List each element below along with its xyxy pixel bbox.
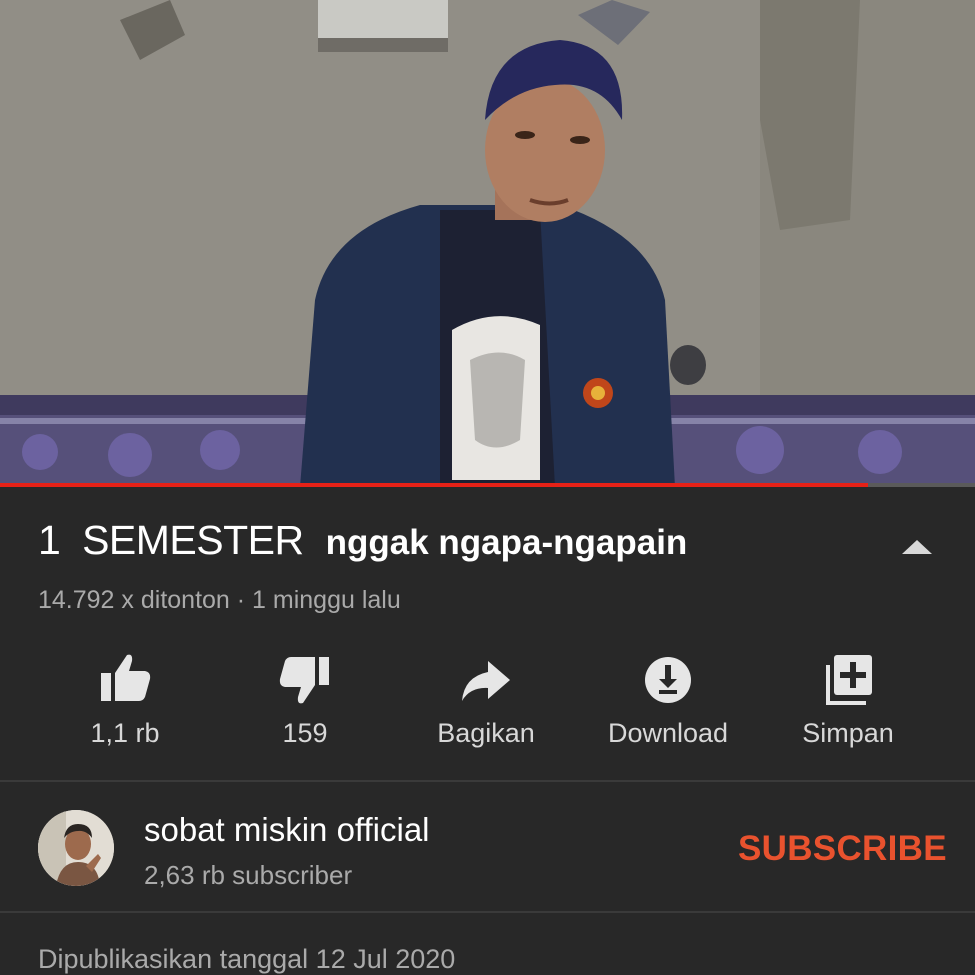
video-title-main: 1 SEMESTER bbox=[38, 517, 304, 563]
dislike-button[interactable]: 159 bbox=[215, 645, 395, 755]
video-progress-fill bbox=[0, 483, 868, 487]
subscribe-button[interactable]: SUBSCRIBE bbox=[738, 829, 947, 869]
collapse-description-button[interactable] bbox=[900, 538, 934, 556]
video-meta: 14.792 x ditonton · 1 minggu lalu bbox=[38, 586, 401, 614]
dislike-count: 159 bbox=[282, 718, 328, 748]
action-bar: 1,1 rb 159 Bagikan Download Simpan bbox=[0, 645, 975, 765]
video-progress-track[interactable] bbox=[0, 483, 975, 487]
share-label: Bagikan bbox=[437, 718, 535, 748]
subscriber-count: 2,63 rb subscriber bbox=[144, 860, 353, 890]
save-button[interactable]: Simpan bbox=[758, 645, 938, 755]
divider bbox=[0, 911, 975, 913]
video-frame bbox=[0, 0, 975, 487]
download-label: Download bbox=[607, 718, 729, 748]
thumbs-up-icon bbox=[101, 654, 151, 701]
channel-name[interactable]: sobat miskin official bbox=[144, 811, 430, 849]
like-count: 1,1 rb bbox=[90, 718, 160, 748]
download-button[interactable]: Download bbox=[578, 645, 758, 755]
add-to-playlist-icon bbox=[826, 655, 872, 705]
chevron-up-icon bbox=[902, 540, 932, 554]
video-title-sub: nggak ngapa-ngapain bbox=[325, 523, 688, 562]
video-title[interactable]: 1 SEMESTER nggak ngapa-ngapain bbox=[38, 517, 938, 567]
share-button[interactable]: Bagikan bbox=[396, 645, 576, 755]
download-icon bbox=[645, 657, 691, 703]
save-label: Simpan bbox=[802, 718, 894, 748]
channel-avatar[interactable] bbox=[38, 810, 114, 886]
video-player[interactable] bbox=[0, 0, 975, 487]
publish-date: Dipublikasikan tanggal 12 Jul 2020 bbox=[38, 944, 456, 974]
like-button[interactable]: 1,1 rb bbox=[35, 645, 215, 755]
divider bbox=[0, 780, 975, 782]
thumbs-down-icon bbox=[279, 657, 329, 704]
share-icon bbox=[462, 661, 510, 701]
